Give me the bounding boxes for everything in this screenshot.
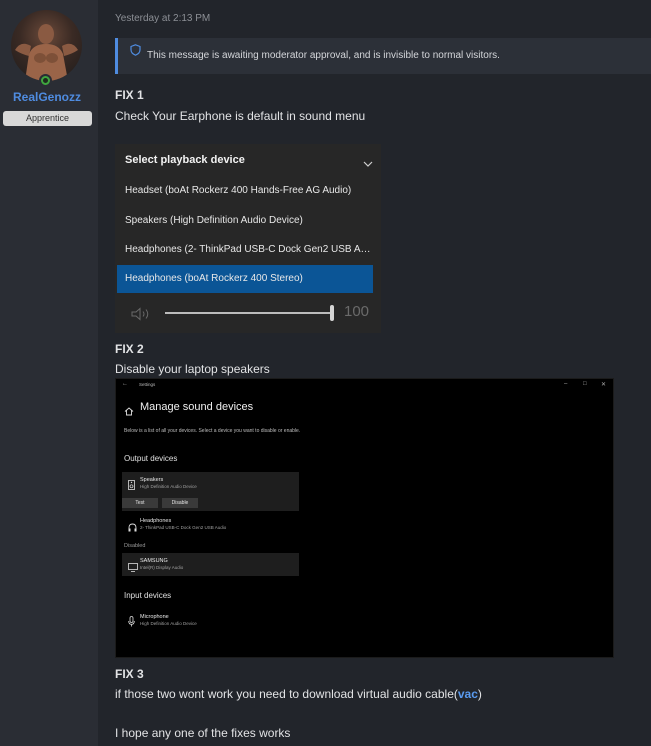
speakers-card: Speakers High Definition Audio Device Te… xyxy=(122,472,299,511)
volume-slider-track xyxy=(165,312,333,314)
playback-header: Select playback device xyxy=(125,154,245,166)
fix1-heading: FIX 1 xyxy=(115,88,144,102)
shield-icon xyxy=(130,36,141,72)
fix3-text-before: if those two wont work you need to downl… xyxy=(115,687,458,701)
volume-slider-thumb xyxy=(330,305,334,321)
samsung-subtitle: Intel(R) Display Audio xyxy=(140,565,184,570)
settings-titlebar: ← Settings – □ ✕ xyxy=(116,379,613,391)
microphone-icon xyxy=(128,614,135,632)
fix2-heading: FIX 2 xyxy=(115,342,144,356)
avatar[interactable] xyxy=(11,10,82,81)
speaker-icon xyxy=(128,477,135,495)
headphones-name: Headphones xyxy=(140,518,172,524)
chevron-down-icon xyxy=(363,155,373,173)
fix3-text-after: ) xyxy=(477,687,482,701)
user-sidebar: RealGenozz Apprentice xyxy=(0,0,98,746)
headphones-card: Headphones 2- ThinkPad USB-C Dock Gen2 U… xyxy=(122,513,299,537)
fix3-text: if those two wont work you need to downl… xyxy=(115,687,482,701)
input-devices-heading: Input devices xyxy=(124,591,172,600)
avatar-figure-icon xyxy=(15,24,78,81)
sound-settings-screenshot[interactable]: ← Settings – □ ✕ Manage sound devices Be… xyxy=(115,378,614,658)
settings-app-title: Settings xyxy=(139,382,156,387)
post-timestamp[interactable]: Yesterday at 2:13 PM xyxy=(115,13,210,24)
settings-page-title: Manage sound devices xyxy=(140,401,254,413)
playback-device-item: Speakers (High Definition Audio Device) xyxy=(125,215,303,226)
online-status-icon xyxy=(39,74,52,87)
user-title-badge: Apprentice xyxy=(3,111,92,126)
headphones-subtitle: 2- ThinkPad USB-C Dock Gen2 USB Audio xyxy=(140,525,227,530)
microphone-name: Microphone xyxy=(140,614,169,620)
maximize-icon: □ xyxy=(583,381,587,387)
playback-device-item-selected: Headphones (boAt Rockerz 400 Stereo) xyxy=(117,265,373,293)
closing-text: I hope any one of the fixes works xyxy=(115,726,291,740)
microphone-card: Microphone High Definition Audio Device xyxy=(122,609,299,631)
username-link[interactable]: RealGenozz xyxy=(0,90,94,104)
message-content: Yesterday at 2:13 PM This message is awa… xyxy=(98,0,651,746)
volume-value: 100 xyxy=(344,303,370,320)
playback-device-item: Headset (boAt Rockerz 400 Hands-Free AG … xyxy=(125,185,352,196)
fix3-heading: FIX 3 xyxy=(115,667,144,681)
test-button: Test xyxy=(122,498,158,508)
disable-button: Disable xyxy=(162,498,198,508)
settings-description: Below is a list of all your devices. Sel… xyxy=(124,428,301,434)
back-arrow-icon: ← xyxy=(122,381,128,387)
minimize-icon: – xyxy=(564,381,568,387)
headphones-icon xyxy=(128,519,137,537)
microphone-subtitle: High Definition Audio Device xyxy=(140,621,197,626)
close-icon: ✕ xyxy=(601,382,607,388)
fix2-text: Disable your laptop speakers xyxy=(115,362,270,376)
home-icon xyxy=(124,403,134,421)
playback-device-item: Headphones (2- ThinkPad USB-C Dock Gen2 … xyxy=(125,244,373,255)
vac-link[interactable]: vac xyxy=(458,687,478,701)
samsung-card: SAMSUNG Intel(R) Display Audio xyxy=(122,553,299,576)
moderation-notice: This message is awaiting moderator appro… xyxy=(115,38,651,74)
volume-icon xyxy=(131,307,153,326)
playback-device-screenshot[interactable]: Select playback device Headset (boAt Roc… xyxy=(115,144,381,333)
monitor-icon xyxy=(128,559,138,577)
speakers-name: Speakers xyxy=(140,477,164,483)
samsung-name: SAMSUNG xyxy=(140,558,168,564)
notice-text: This message is awaiting moderator appro… xyxy=(147,50,500,61)
output-devices-heading: Output devices xyxy=(124,454,178,463)
fix1-text: Check Your Earphone is default in sound … xyxy=(115,109,366,123)
speakers-subtitle: High Definition Audio Device xyxy=(140,484,197,489)
disabled-heading: Disabled xyxy=(124,543,146,549)
